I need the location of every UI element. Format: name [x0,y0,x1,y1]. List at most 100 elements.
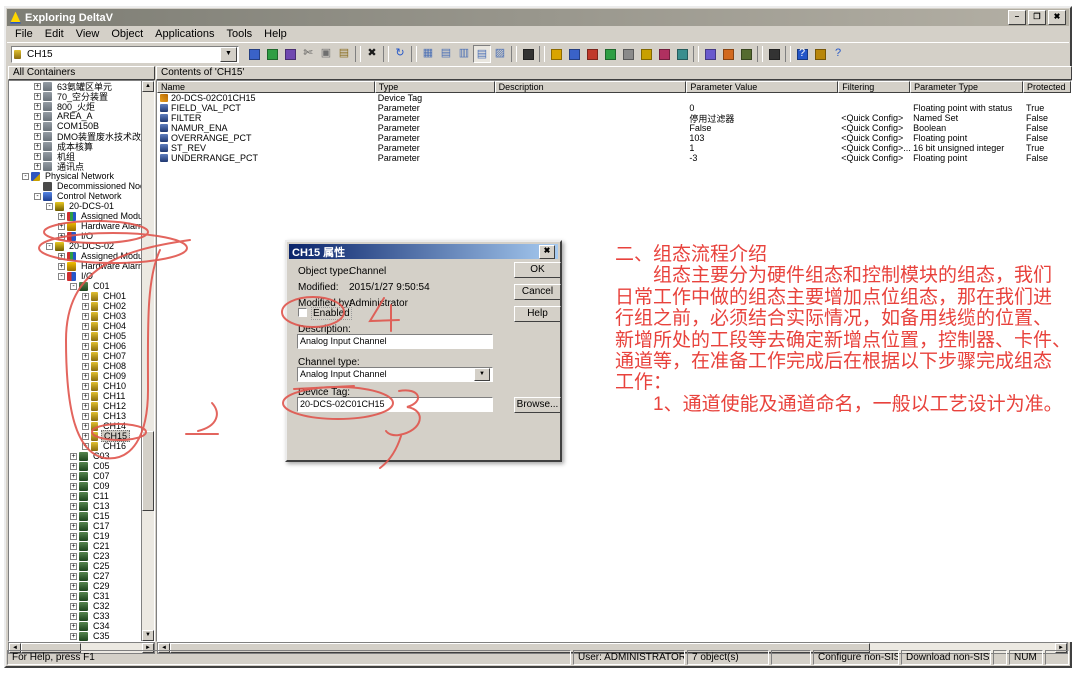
tree-expander[interactable]: + [82,383,89,390]
tree-expander[interactable]: + [82,323,89,330]
tree-item[interactable]: +CH16 [10,441,141,451]
tree-expander[interactable]: + [70,493,77,500]
tree-item[interactable]: +C03 [10,451,141,461]
title-bar[interactable]: Exploring DeltaV –❐✖ [7,9,1069,26]
column-header[interactable]: Name [157,81,375,93]
table-row[interactable]: ST_REVParameter1<Quick Config>...16 bit … [157,143,1071,153]
cut-icon[interactable]: ✄ [299,45,317,63]
tree-item[interactable]: +C11 [10,491,141,501]
scroll-down-button[interactable]: ▼ [142,630,154,641]
ok-button[interactable]: OK [514,262,561,278]
tree-expander[interactable]: + [70,563,77,570]
separator[interactable] [785,46,791,62]
restore-button[interactable]: ❐ [1028,10,1046,25]
tree-item[interactable]: -C01 [10,281,141,291]
table-row[interactable]: NAMUR_ENAParameterFalse<Quick Config>Boo… [157,123,1071,133]
tree-item[interactable]: +Hardware Alarm [10,221,141,231]
tree-expander[interactable]: + [82,303,89,310]
tree-expander[interactable]: - [70,283,77,290]
tree-item[interactable]: +C21 [10,541,141,551]
tree-expander[interactable]: - [46,203,53,210]
tree-item[interactable]: +C17 [10,521,141,531]
tree-item[interactable]: +C35 [10,631,141,641]
help-button[interactable]: Help [514,306,561,322]
tune-chart-icon[interactable] [719,45,737,63]
tree-expander[interactable]: + [82,433,89,440]
tree-expander[interactable]: + [34,163,41,170]
copy-icon[interactable]: ▣ [317,45,335,63]
dialog-title-bar[interactable]: CH15 属性 ✖ [289,244,558,259]
menu-item[interactable]: Edit [39,27,70,41]
tree-item[interactable]: +CH07 [10,351,141,361]
tree-vertical-scrollbar[interactable]: ▲ ▼ [141,81,154,641]
tree-expander[interactable]: - [22,173,29,180]
tree-expander[interactable]: + [34,103,41,110]
tree-item[interactable]: +通讯点 [10,161,141,171]
tree-item[interactable]: +C33 [10,611,141,621]
tree-expander[interactable]: + [82,413,89,420]
tree-item[interactable]: +CH03 [10,311,141,321]
tree-item[interactable]: +AREA_A [10,111,141,121]
tree-expander[interactable]: + [70,623,77,630]
operator-icon[interactable] [565,45,583,63]
tree-item[interactable]: +C23 [10,551,141,561]
device-tag-input[interactable]: 20-DCS-02C01CH15 [297,397,493,412]
table-row[interactable]: UNDERRANGE_PCTParameter-3<Quick Config>F… [157,153,1071,163]
tree-item[interactable]: +C34 [10,621,141,631]
browse-button[interactable]: Browse... [514,397,561,413]
tree-item[interactable]: +CH13 [10,411,141,421]
tree-expander[interactable]: + [70,613,77,620]
tree-expander[interactable]: + [82,393,89,400]
tree-item[interactable]: +C31 [10,591,141,601]
filter-view-icon[interactable]: ▨ [491,45,509,63]
tree-item[interactable]: +CH06 [10,341,141,351]
menu-item[interactable]: Help [258,27,293,41]
menu-item[interactable]: Tools [220,27,258,41]
tree-expander[interactable]: + [82,403,89,410]
tree-item[interactable]: +CH10 [10,381,141,391]
history-chart-icon[interactable] [655,45,673,63]
tree-item[interactable]: +C32 [10,601,141,611]
user-explorer-icon[interactable] [245,45,263,63]
tree-item[interactable]: +Assigned Module [10,251,141,261]
tree-item[interactable]: Decommissioned Nodes [10,181,141,191]
tree-expander[interactable]: + [70,573,77,580]
tree-item[interactable]: +C25 [10,561,141,571]
diagnostics-icon[interactable] [765,45,783,63]
tree-item[interactable]: -Control Network [10,191,141,201]
tree-expander[interactable]: + [70,533,77,540]
tree-expander[interactable]: + [70,453,77,460]
book-icon[interactable] [583,45,601,63]
tree-expander[interactable]: + [82,313,89,320]
paste-icon[interactable]: ▤ [335,45,353,63]
enabled-checkbox[interactable] [298,308,307,317]
tree-expander[interactable]: + [34,153,41,160]
tree-item[interactable]: -I/O [10,271,141,281]
tree-expander[interactable]: + [58,263,65,270]
user-small-icon[interactable] [281,45,299,63]
tree-expander[interactable]: + [82,423,89,430]
tree-item[interactable]: +Assigned Module [10,211,141,221]
column-header[interactable]: Type [375,81,495,93]
tree-expander[interactable]: + [82,443,89,450]
minimize-button[interactable]: – [1008,10,1026,25]
menu-item[interactable]: File [9,27,39,41]
details-view-icon[interactable]: ▤ [473,45,491,63]
refresh-icon[interactable]: ↻ [391,45,409,63]
tree-expander[interactable]: + [58,253,65,260]
tree-expander[interactable]: + [82,363,89,370]
tree-expander[interactable]: - [46,243,53,250]
tree-expander[interactable]: + [82,343,89,350]
tree-expander[interactable]: + [34,143,41,150]
trend-chart-icon[interactable] [673,45,691,63]
large-icons-view-icon[interactable]: ▦ [419,45,437,63]
tree-expander[interactable]: + [70,463,77,470]
help-icon[interactable]: ? [793,45,811,63]
separator[interactable] [355,46,361,62]
tree-item[interactable]: +C27 [10,571,141,581]
separator[interactable] [693,46,699,62]
separator[interactable] [757,46,763,62]
column-header[interactable]: Filtering [838,81,910,93]
column-header[interactable]: Parameter Type [910,81,1023,93]
tree-item[interactable]: +CH09 [10,371,141,381]
